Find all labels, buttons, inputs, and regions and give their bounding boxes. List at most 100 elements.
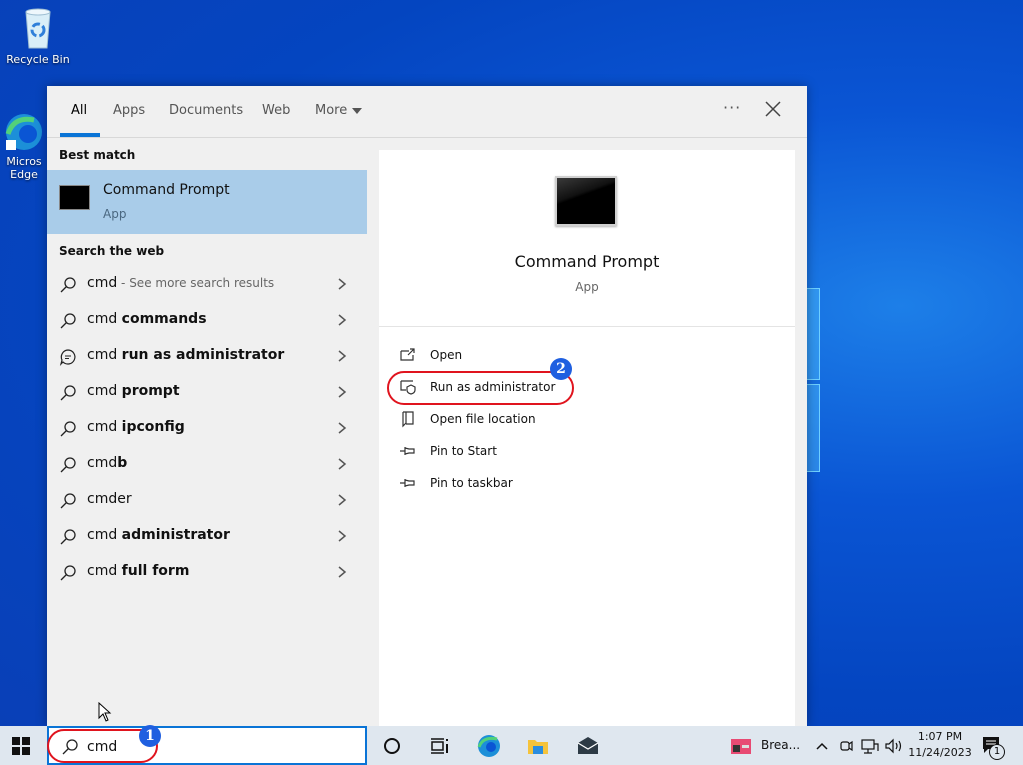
web-result-item[interactable]: cmd administrator xyxy=(47,518,367,554)
edge-icon xyxy=(5,114,42,150)
web-result-label: cmd run as administrator xyxy=(87,347,284,363)
open-icon xyxy=(400,348,415,361)
search-icon xyxy=(60,385,76,401)
web-result-label: cmder xyxy=(87,491,132,507)
clock-time: 1:07 PM xyxy=(917,730,963,743)
query-prefix: cmd xyxy=(87,311,122,327)
query-suggestion: full form xyxy=(121,563,190,579)
file-explorer-icon[interactable] xyxy=(526,734,550,758)
tab-more[interactable]: More xyxy=(315,103,363,118)
web-result-label: cmdb xyxy=(87,455,127,471)
search-icon xyxy=(60,565,76,581)
search-icon xyxy=(60,493,76,509)
best-match-heading: Best match xyxy=(59,148,136,162)
close-icon[interactable] xyxy=(763,99,783,119)
web-result-item[interactable]: cmd full form xyxy=(47,554,367,590)
start-search-panel: All Apps Documents Web More ··· Best mat… xyxy=(47,86,807,726)
web-result-item[interactable]: cmd - See more search results xyxy=(47,266,367,302)
edge-taskbar-icon[interactable] xyxy=(477,734,501,758)
chevron-right-icon xyxy=(338,422,347,434)
best-match-subtitle: App xyxy=(103,207,127,221)
more-options-button[interactable]: ··· xyxy=(723,98,741,117)
clock-date: 11/24/2023 xyxy=(908,746,972,759)
search-icon xyxy=(60,529,76,545)
recycle-bin-icon xyxy=(25,8,51,49)
chevron-right-icon xyxy=(338,566,347,578)
chevron-right-icon xyxy=(338,494,347,506)
search-icon xyxy=(60,313,76,329)
tab-documents[interactable]: Documents xyxy=(169,103,243,118)
search-icon xyxy=(60,421,76,437)
query-suggestion: prompt xyxy=(121,383,180,399)
pin-icon xyxy=(400,479,415,487)
meet-now-icon[interactable] xyxy=(838,734,854,758)
query-suggestion: commands xyxy=(121,311,207,327)
web-result-item[interactable]: cmder xyxy=(47,482,367,518)
best-match-command-prompt[interactable]: Command Prompt App xyxy=(47,170,367,234)
volume-icon[interactable] xyxy=(884,734,904,758)
action-label: Pin to taskbar xyxy=(430,476,513,490)
action-pin-to-start[interactable]: Pin to Start xyxy=(399,438,619,466)
best-match-title: Command Prompt xyxy=(103,182,230,198)
query-suggestion: run as administrator xyxy=(121,347,285,363)
action-open-file-location[interactable]: Open file location xyxy=(399,406,619,434)
task-view-icon[interactable] xyxy=(427,734,451,758)
tab-all[interactable]: All xyxy=(71,103,87,118)
cortana-icon[interactable] xyxy=(380,734,404,758)
chevron-right-icon xyxy=(338,458,347,470)
tab-apps[interactable]: Apps xyxy=(113,103,145,118)
action-open[interactable]: Open xyxy=(399,342,619,370)
network-icon[interactable] xyxy=(860,734,880,758)
web-result-label: cmd prompt xyxy=(87,383,180,399)
pin-icon xyxy=(400,447,415,455)
chevron-right-icon xyxy=(338,278,347,290)
web-result-item[interactable]: cmd prompt xyxy=(47,374,367,410)
tab-web[interactable]: Web xyxy=(262,103,290,118)
divider xyxy=(379,326,795,327)
preview-pane: Command Prompt App Open Run as administr… xyxy=(379,150,795,726)
annotation-badge-1: 1 xyxy=(139,725,161,747)
search-tabs: All Apps Documents Web More ··· xyxy=(47,86,807,138)
caret-down-icon xyxy=(352,107,363,114)
action-label: Open xyxy=(430,348,463,362)
taskbar-clock[interactable]: 1:07 PM 11/24/2023 xyxy=(905,729,975,761)
wallpaper-logo xyxy=(806,288,822,473)
mouse-cursor-icon xyxy=(98,702,112,722)
web-result-item[interactable]: cmd commands xyxy=(47,302,367,338)
query-prefix: cmd xyxy=(87,455,118,471)
web-result-label: cmd commands xyxy=(87,311,207,327)
web-result-item[interactable]: cmd ipconfig xyxy=(47,410,367,446)
command-prompt-icon xyxy=(59,185,90,210)
notification-count: 1 xyxy=(989,744,1005,760)
query-prefix: cmder xyxy=(87,491,132,507)
query-prefix: cmd xyxy=(87,563,122,579)
news-app-icon xyxy=(731,739,751,754)
query-prefix: cmd xyxy=(87,419,122,435)
action-label: Pin to Start xyxy=(430,444,497,458)
tab-more-label: More xyxy=(315,103,348,118)
desktop-icon-edge[interactable]: Micros Edge xyxy=(0,112,54,181)
web-result-label: cmd full form xyxy=(87,563,189,579)
query-suggestion: administrator xyxy=(121,527,230,543)
web-result-label: cmd - See more search results xyxy=(87,275,274,291)
search-icon xyxy=(60,457,76,473)
command-prompt-large-icon xyxy=(555,176,617,226)
web-result-item[interactable]: cmd run as administrator xyxy=(47,338,367,374)
action-label: Open file location xyxy=(430,412,536,426)
search-web-heading: Search the web xyxy=(59,244,165,258)
action-pin-to-taskbar[interactable]: Pin to taskbar xyxy=(399,470,619,498)
mail-icon[interactable] xyxy=(576,734,600,758)
chevron-right-icon xyxy=(338,386,347,398)
windows-start-icon[interactable] xyxy=(12,737,30,755)
query-prefix: cmd xyxy=(87,527,122,543)
chevron-right-icon xyxy=(338,350,347,362)
web-result-item[interactable]: cmdb xyxy=(47,446,367,482)
preview-title: Command Prompt xyxy=(514,252,660,271)
chat-icon xyxy=(59,349,76,366)
preview-subtitle: App xyxy=(575,280,599,294)
chevron-up-icon[interactable] xyxy=(814,734,830,758)
query-suggestion: b xyxy=(117,455,128,471)
query-prefix: cmd xyxy=(87,347,122,363)
desktop-icon-recycle-bin[interactable]: Recycle Bin xyxy=(0,6,76,66)
web-result-label: cmd administrator xyxy=(87,527,230,543)
